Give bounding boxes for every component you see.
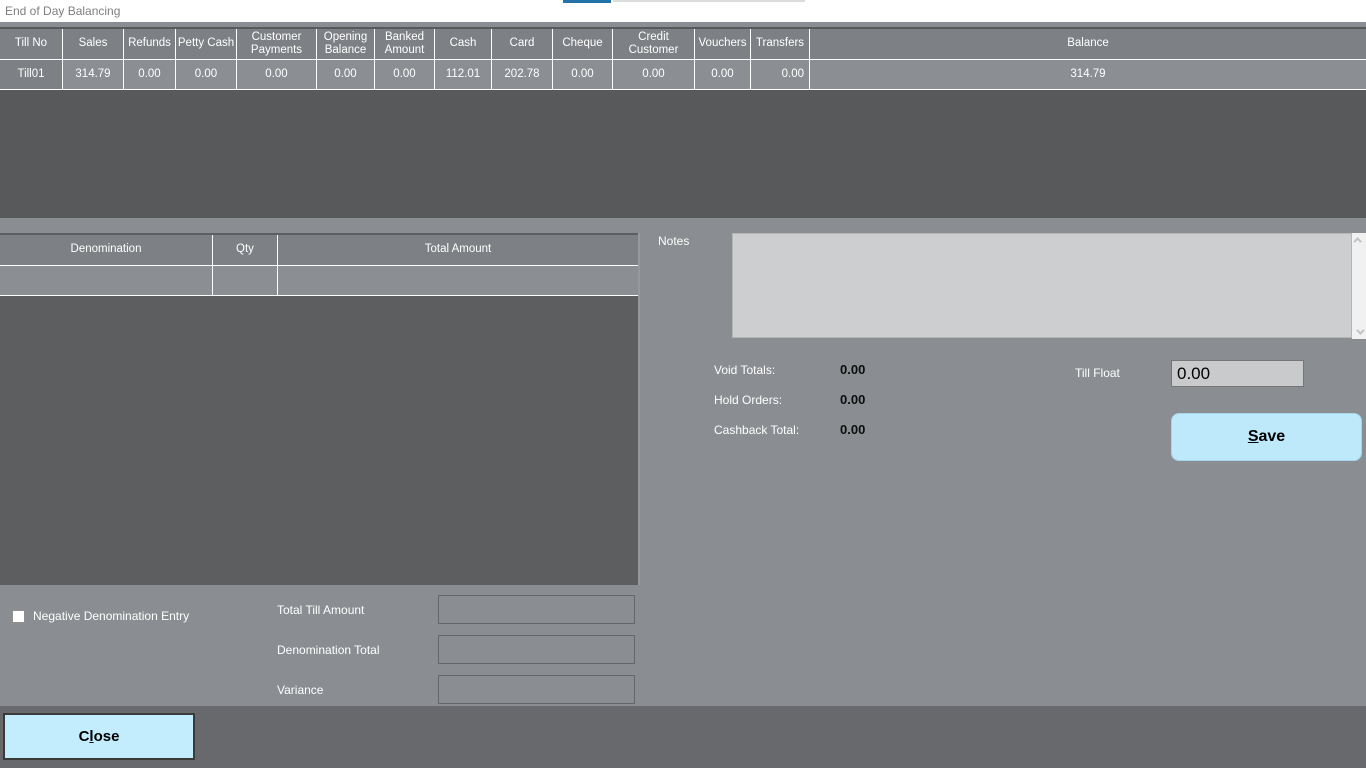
denomination-header-cell: Qty (213, 235, 278, 265)
variance-input[interactable] (438, 675, 635, 704)
till-header-cell: Vouchers (695, 29, 751, 59)
negative-denomination-checkbox[interactable] (12, 610, 25, 623)
till-cell-petty-cash: 0.00 (176, 60, 237, 89)
notes-input[interactable] (732, 233, 1352, 338)
cashback-total-value: 0.00 (840, 422, 865, 437)
till-grid-data-row[interactable]: Till01 314.79 0.00 0.00 0.00 0.00 0.00 1… (0, 60, 1366, 90)
till-cell-transfers: 0.00 (751, 60, 810, 89)
close-button[interactable]: Close (3, 713, 195, 760)
notes-label: Notes (658, 234, 689, 248)
denomination-grid: Denomination Qty Total Amount (0, 233, 640, 585)
till-cell-banked-amount: 0.00 (375, 60, 435, 89)
till-cell-till-no: Till01 (0, 60, 63, 89)
save-button[interactable]: Save (1171, 413, 1362, 461)
till-float-label: Till Float (1075, 366, 1120, 380)
bottom-bar (0, 706, 1366, 768)
till-cell-card: 202.78 (492, 60, 553, 89)
denomination-qty-cell[interactable] (213, 266, 278, 295)
notes-scrollbar[interactable] (1352, 233, 1366, 339)
page-title: End of Day Balancing (5, 4, 120, 18)
till-header-cell: Cash (435, 29, 492, 59)
total-till-amount-label: Total Till Amount (277, 603, 364, 617)
scroll-down-icon[interactable] (1352, 325, 1366, 339)
top-accent-gray-line (613, 0, 805, 2)
till-cell-sales: 314.79 (63, 60, 124, 89)
hold-orders-value: 0.00 (840, 392, 865, 407)
denomination-header-cell: Total Amount (278, 235, 638, 265)
denomination-total-input[interactable] (438, 635, 635, 664)
void-totals-label: Void Totals: (714, 363, 775, 377)
till-header-cell: Credit Customer (613, 29, 695, 59)
till-header-cell: Banked Amount (375, 29, 435, 59)
denomination-total-cell[interactable] (278, 266, 638, 295)
negative-denomination-label: Negative Denomination Entry (33, 609, 189, 623)
till-cell-customer-payments: 0.00 (237, 60, 317, 89)
till-cell-cash: 112.01 (435, 60, 492, 89)
till-header-cell: Cheque (553, 29, 613, 59)
denomination-total-label: Denomination Total (277, 643, 380, 657)
till-grid-header-row: Till No Sales Refunds Petty Cash Custome… (0, 29, 1366, 60)
till-float-input[interactable] (1171, 360, 1304, 387)
till-header-cell: Customer Payments (237, 29, 317, 59)
till-header-cell: Sales (63, 29, 124, 59)
cashback-total-label: Cashback Total: (714, 423, 799, 437)
negative-denomination-checkbox-group[interactable]: Negative Denomination Entry (12, 609, 189, 623)
denomination-header-cell: Denomination (0, 235, 213, 265)
total-till-amount-input[interactable] (438, 595, 635, 624)
till-header-cell: Petty Cash (176, 29, 237, 59)
till-header-cell: Opening Balance (317, 29, 375, 59)
denomination-header-row: Denomination Qty Total Amount (0, 235, 638, 266)
till-cell-opening-balance: 0.00 (317, 60, 375, 89)
hold-orders-label: Hold Orders: (714, 393, 782, 407)
till-cell-credit-customer: 0.00 (613, 60, 695, 89)
till-cell-balance: 314.79 (810, 60, 1366, 89)
top-accent-blue-line (563, 0, 611, 3)
denomination-cell[interactable] (0, 266, 213, 295)
variance-label: Variance (277, 683, 323, 697)
title-bar: End of Day Balancing (0, 0, 1366, 22)
till-cell-refunds: 0.00 (124, 60, 176, 89)
till-cell-cheque: 0.00 (553, 60, 613, 89)
till-header-cell: Refunds (124, 29, 176, 59)
denomination-entry-row[interactable] (0, 266, 638, 296)
till-header-cell: Transfers (751, 29, 810, 59)
till-header-cell: Balance (810, 29, 1366, 59)
void-totals-value: 0.00 (840, 362, 865, 377)
till-cell-vouchers: 0.00 (695, 60, 751, 89)
scroll-up-icon[interactable] (1352, 233, 1366, 247)
till-balance-grid: Till No Sales Refunds Petty Cash Custome… (0, 27, 1366, 218)
till-header-cell: Card (492, 29, 553, 59)
till-header-cell: Till No (0, 29, 63, 59)
